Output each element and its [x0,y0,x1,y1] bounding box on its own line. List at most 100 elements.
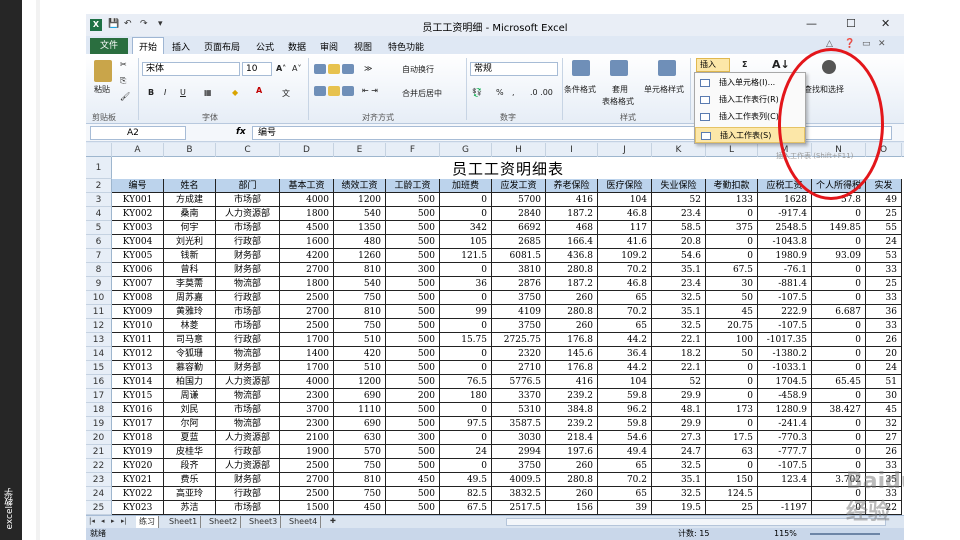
table-cell[interactable]: KY023 [112,501,164,515]
paste-label[interactable]: 粘贴 [94,84,110,95]
table-cell[interactable]: 0 [812,319,866,333]
table-cell[interactable]: 4200 [280,249,334,263]
table-cell[interactable]: 690 [334,417,386,431]
table-cell[interactable]: 2725.75 [492,333,546,347]
table-cell[interactable]: 500 [386,459,440,473]
merge-center-button[interactable]: 合并后居中 [402,88,442,99]
table-cell[interactable]: 32.5 [652,291,706,305]
row-header[interactable]: 14 [86,347,112,361]
column-header-E[interactable]: E [334,143,386,157]
table-cell[interactable]: 36 [866,305,902,319]
table-cell[interactable]: 104 [598,375,652,389]
table-cell[interactable]: 35.1 [652,263,706,277]
header-cell[interactable]: 绩效工资 [334,179,386,193]
table-cell[interactable]: KY010 [112,319,164,333]
table-cell[interactable]: -107.5 [758,319,812,333]
table-cell[interactable]: 1704.5 [758,375,812,389]
table-cell[interactable]: 0 [706,417,758,431]
prev-sheet-icon[interactable]: ◂ [101,517,105,525]
table-cell[interactable]: 2300 [280,417,334,431]
table-cell[interactable]: 260 [546,487,598,501]
table-cell[interactable]: 55 [866,221,902,235]
table-cell[interactable]: 36 [440,277,492,291]
table-cell[interactable]: 0 [440,347,492,361]
select-all-corner[interactable] [86,143,112,157]
table-cell[interactable]: 44.2 [598,361,652,375]
new-sheet-icon[interactable]: ✚ [330,517,336,525]
table-cell[interactable]: 500 [386,207,440,221]
table-cell[interactable]: 0 [812,207,866,221]
table-cell[interactable]: 尔阿 [164,417,216,431]
table-cell[interactable]: 51 [866,375,902,389]
table-cell[interactable]: 239.2 [546,389,598,403]
table-cell[interactable]: 500 [386,235,440,249]
table-cell[interactable]: 0 [706,235,758,249]
table-cell[interactable]: 53 [866,249,902,263]
table-cell[interactable]: -777.7 [758,445,812,459]
table-cell[interactable]: 810 [334,473,386,487]
table-cell[interactable]: 187.2 [546,277,598,291]
table-cell[interactable]: 500 [386,361,440,375]
table-cell[interactable]: 20.75 [706,319,758,333]
column-header-A[interactable]: A [112,143,164,157]
table-cell[interactable]: 财务部 [216,249,280,263]
table-cell[interactable]: 行政部 [216,487,280,501]
table-cell[interactable]: 41.6 [598,235,652,249]
table-cell[interactable]: 高亚玲 [164,487,216,501]
row-header[interactable]: 9 [86,277,112,291]
table-cell[interactable]: 20 [866,347,902,361]
sheet-tab-3[interactable]: Sheet3 [246,516,282,528]
table-cell[interactable]: 0 [706,389,758,403]
table-cell[interactable]: 187.2 [546,207,598,221]
table-cell[interactable]: 苏洁 [164,501,216,515]
table-cell[interactable]: 300 [386,263,440,277]
table-cell[interactable]: 市场部 [216,501,280,515]
table-cell[interactable]: 0 [440,193,492,207]
table-cell[interactable]: 2700 [280,473,334,487]
table-cell[interactable]: 27.3 [652,431,706,445]
table-cell[interactable]: 121.5 [440,249,492,263]
table-cell[interactable]: 3832.5 [492,487,546,501]
table-cell[interactable]: 0 [812,277,866,291]
table-cell[interactable]: 3700 [280,403,334,417]
table-cell[interactable]: 财务部 [216,473,280,487]
table-cell[interactable]: KY005 [112,249,164,263]
table-cell[interactable]: 96.2 [598,403,652,417]
table-cell[interactable]: 市场部 [216,305,280,319]
phonetic-icon[interactable]: 文 [282,88,290,99]
maximize-button[interactable]: ☐ [846,17,856,30]
table-cell[interactable]: 510 [334,333,386,347]
table-cell[interactable]: 173 [706,403,758,417]
table-cell[interactable]: 2876 [492,277,546,291]
column-header-H[interactable]: H [492,143,546,157]
sheet-tab-1[interactable]: Sheet1 [166,516,202,528]
table-cell[interactable]: 99 [440,305,492,319]
row-header[interactable]: 18 [86,403,112,417]
insert-cells-button[interactable]: 插入 [696,58,730,72]
row-header[interactable]: 10 [86,291,112,305]
table-cell[interactable]: 500 [386,445,440,459]
header-cell[interactable]: 加班费 [440,179,492,193]
table-cell[interactable]: 2994 [492,445,546,459]
table-cell[interactable]: 黄雅玲 [164,305,216,319]
table-cell[interactable]: 1700 [280,361,334,375]
table-cell[interactable]: 物流部 [216,417,280,431]
table-cell[interactable]: 54.6 [598,431,652,445]
row-header[interactable]: 17 [86,389,112,403]
table-cell[interactable]: 420 [334,347,386,361]
table-cell[interactable]: 65 [598,459,652,473]
table-cell[interactable]: 2710 [492,361,546,375]
table-cell[interactable]: 65 [598,319,652,333]
table-cell[interactable]: 0 [812,263,866,277]
table-cell[interactable]: 6692 [492,221,546,235]
table-cell[interactable]: KY004 [112,235,164,249]
table-cell[interactable]: 段齐 [164,459,216,473]
table-cell[interactable]: 桑南 [164,207,216,221]
table-cell[interactable]: 500 [386,249,440,263]
tab-home[interactable]: 开始 [132,37,165,54]
table-cell[interactable]: 30 [706,277,758,291]
row-header[interactable]: 6 [86,235,112,249]
table-cell[interactable]: -770.3 [758,431,812,445]
table-cell[interactable]: 17.5 [706,431,758,445]
orientation-icon[interactable]: ≫ [364,64,372,73]
